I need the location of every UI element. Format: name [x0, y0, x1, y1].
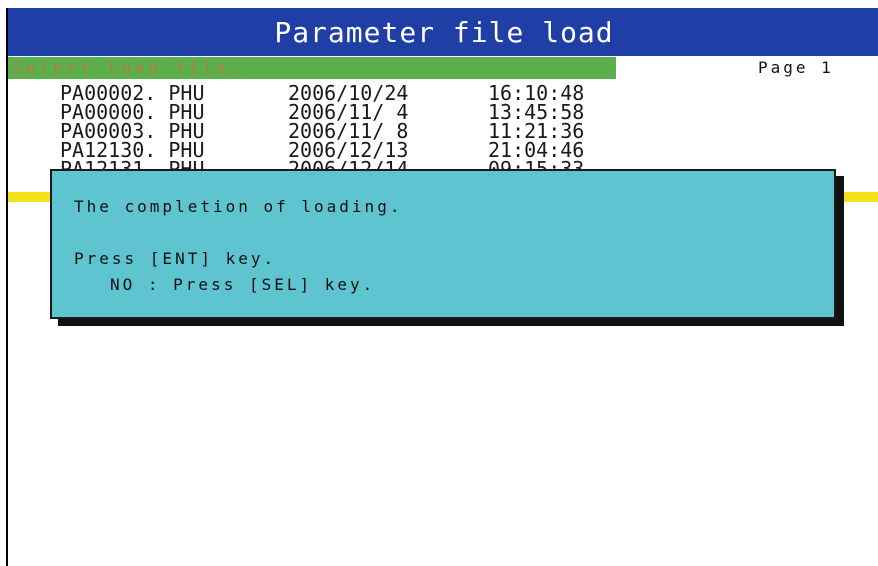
completion-dialog: The completion of loading. Press [ENT] k…: [50, 169, 836, 319]
prompt-text: Select load file.: [12, 58, 244, 77]
file-list: PA00002. PHU 2006/10/24 16:10:48 PA00000…: [60, 83, 638, 170]
file-name: PA12130. PHU: [60, 138, 205, 162]
window-title: Parameter file load: [274, 15, 614, 49]
file-time: 21:04:46: [488, 138, 585, 162]
screen-frame: Parameter file load Select load file. Pa…: [6, 8, 878, 566]
prompt-bar: Select load file.: [8, 57, 616, 79]
page-indicator: Page 1: [758, 58, 834, 77]
dialog-message: The completion of loading.: [74, 197, 403, 216]
file-row[interactable]: PA12130. PHU 2006/12/13 21:04:46: [60, 138, 638, 162]
dialog-cancel-hint: NO : Press [SEL] key.: [110, 275, 376, 294]
file-date: 2006/12/13: [288, 138, 409, 162]
dialog-confirm-hint: Press [ENT] key.: [74, 249, 277, 268]
title-bar: Parameter file load: [8, 8, 878, 56]
